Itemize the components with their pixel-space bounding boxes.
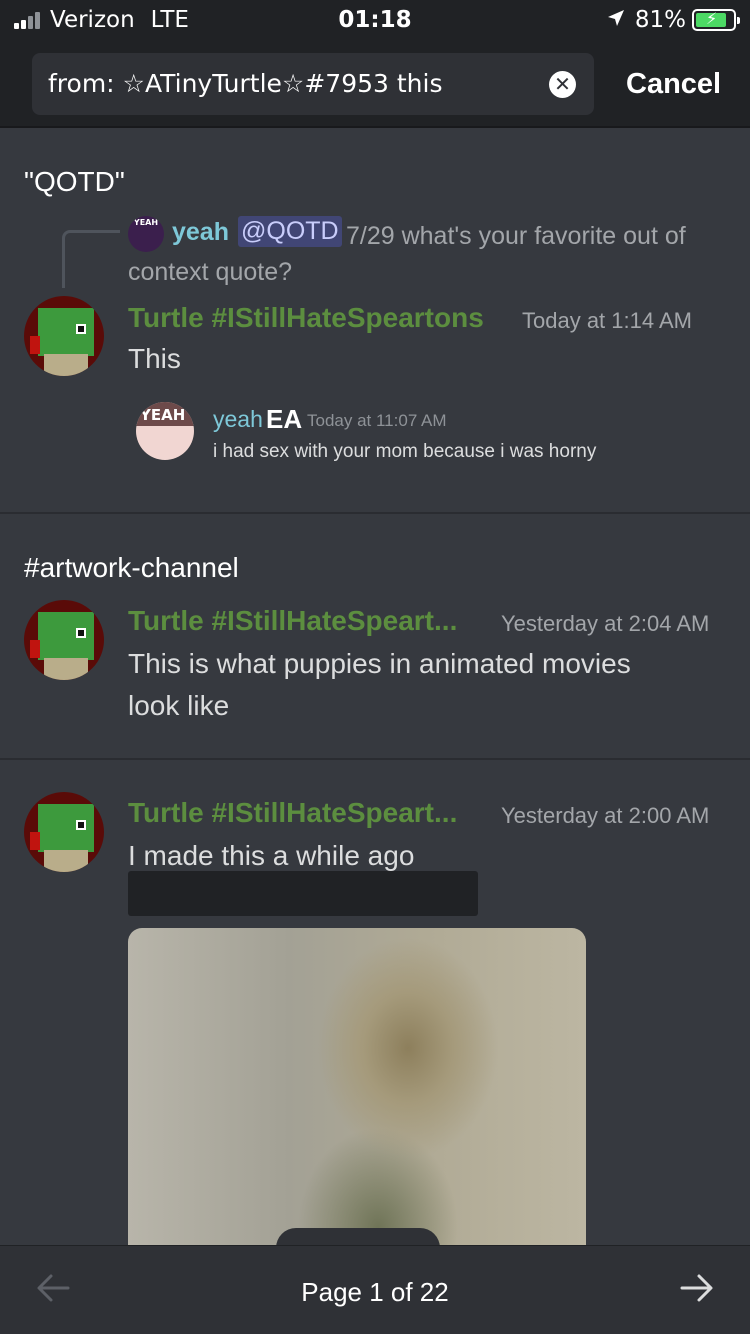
avatar[interactable] (24, 600, 104, 680)
result-channel-name[interactable]: "QOTD" (24, 166, 125, 198)
battery-percent: 81% (634, 7, 686, 33)
message-timestamp: Today at 1:14 AM (522, 308, 692, 333)
embed-text: i had sex with your mom because i was ho… (213, 441, 597, 462)
status-right: 81% ⚡ (607, 7, 740, 33)
location-arrow-icon (607, 7, 625, 33)
embed-avatar[interactable]: YEAH (136, 402, 194, 460)
search-query-text[interactable]: from: ☆ATinyTurtle☆#7953 this (48, 69, 442, 98)
message-author[interactable]: Turtle #IStillHateSpeart... (128, 605, 457, 637)
reply-mention[interactable]: @QOTD (238, 216, 342, 247)
arrow-right-icon[interactable] (680, 1272, 714, 1312)
message-author[interactable]: Turtle #IStillHateSpeartons (128, 302, 484, 334)
embed-author[interactable]: yeah (213, 406, 263, 433)
embed-avatar-text: YEAH (140, 406, 186, 424)
message-content: This (128, 343, 181, 374)
spoiler-block[interactable] (128, 871, 478, 916)
search-header: from: ☆ATinyTurtle☆#7953 this ✕ Cancel (0, 40, 750, 128)
reply-author[interactable]: yeah (172, 218, 229, 247)
message-author[interactable]: Turtle #IStillHateSpeart... (128, 797, 457, 829)
search-input[interactable]: from: ☆ATinyTurtle☆#7953 this ✕ (32, 53, 594, 115)
message-timestamp: Yesterday at 2:04 AM (501, 611, 710, 636)
page-indicator: Page 1 of 22 (301, 1277, 449, 1307)
battery-icon: ⚡ (692, 9, 740, 31)
embed-tag: EA (266, 404, 303, 434)
avatar[interactable] (24, 296, 104, 376)
message-timestamp: Yesterday at 2:00 AM (501, 803, 710, 828)
clear-search-icon[interactable]: ✕ (549, 71, 576, 98)
status-bar: Verizon LTE 01:18 81% ⚡ (0, 0, 750, 40)
result-divider (0, 758, 750, 760)
message-image-attachment[interactable] (128, 928, 586, 1268)
reply-connector (62, 230, 120, 288)
avatar[interactable] (24, 792, 104, 872)
message-content-line-2: look like (128, 690, 230, 721)
pagination-bar: Page 1 of 22 (0, 1245, 750, 1334)
result-divider (0, 512, 750, 514)
result-channel-name[interactable]: #artwork-channel (24, 552, 239, 584)
cancel-button[interactable]: Cancel (626, 68, 721, 101)
embed-timestamp: Today at 11:07 AM (307, 411, 447, 430)
message-content-line-1: This is what puppies in animated movies (128, 648, 631, 679)
